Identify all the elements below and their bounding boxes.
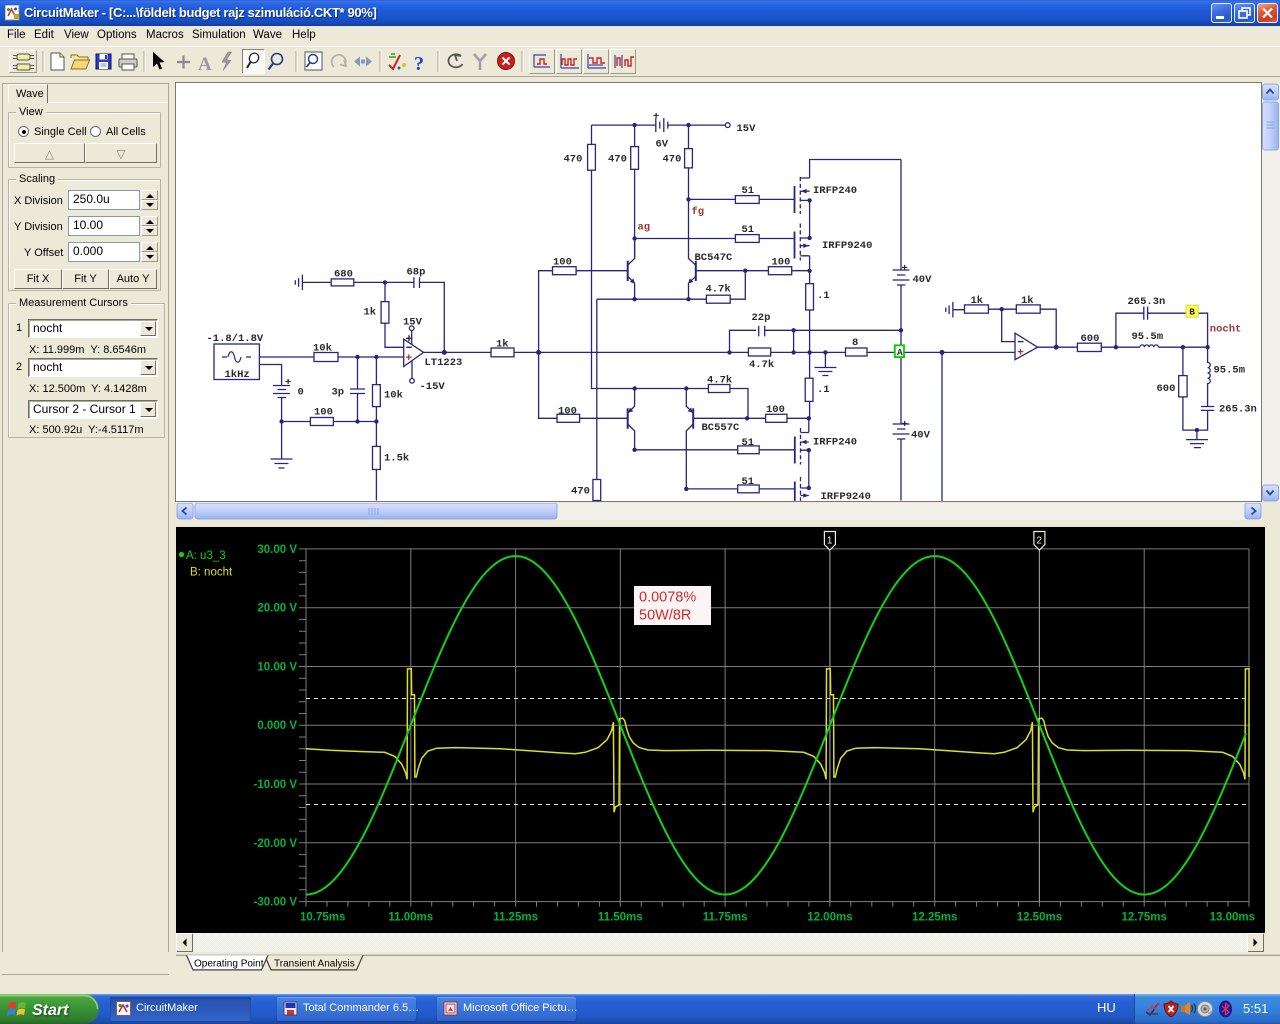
svg-text:20.00 V: 20.00 V (257, 603, 297, 615)
svg-text:51: 51 (742, 476, 755, 488)
svg-text:10k: 10k (313, 343, 332, 355)
svg-text:.1: .1 (817, 290, 830, 302)
svg-text:470: 470 (571, 486, 590, 498)
svg-text:10.00 V: 10.00 V (257, 662, 297, 674)
svg-text:51: 51 (742, 437, 755, 449)
svg-text:50W/8R: 50W/8R (639, 608, 691, 624)
svg-text:-15V: -15V (420, 381, 446, 393)
svg-text:100: 100 (314, 407, 333, 419)
svg-text:1k: 1k (364, 307, 377, 319)
svg-text:22p: 22p (752, 312, 771, 324)
svg-text:0: 0 (298, 387, 304, 399)
svg-text:1: 1 (827, 536, 833, 547)
svg-text:95.5m: 95.5m (1214, 364, 1246, 376)
svg-text:51: 51 (742, 224, 755, 236)
svg-text:10k: 10k (384, 390, 403, 402)
svg-text:?: ? (414, 53, 424, 75)
svg-text:BC557C: BC557C (702, 422, 741, 434)
svg-text:Start: Start (32, 1002, 69, 1019)
svg-text:100: 100 (553, 257, 572, 269)
svg-text:51: 51 (742, 185, 755, 197)
svg-text:680: 680 (334, 269, 353, 281)
svg-text:470: 470 (608, 154, 627, 166)
svg-text:11.50ms: 11.50ms (598, 912, 643, 924)
svg-text:1k: 1k (496, 339, 509, 351)
svg-text:1.5k: 1.5k (384, 453, 409, 465)
svg-text:1kHz: 1kHz (225, 369, 250, 381)
svg-text:+: + (902, 419, 908, 431)
svg-text:12.75ms: 12.75ms (1121, 912, 1166, 924)
svg-text:600: 600 (1157, 383, 1176, 395)
svg-text:LT1223: LT1223 (425, 357, 463, 369)
svg-text:B: nocht: B: nocht (190, 567, 233, 579)
svg-text:68p: 68p (407, 267, 426, 279)
svg-text:0.000 V: 0.000 V (257, 720, 297, 732)
svg-text:A: A (897, 347, 903, 358)
svg-text:95.5m: 95.5m (1132, 331, 1164, 343)
svg-text:0.0078%: 0.0078% (639, 590, 696, 606)
svg-text:IRFP9240: IRFP9240 (821, 491, 871, 502)
svg-text:+: + (653, 111, 659, 123)
svg-text:nocht: nocht (1210, 324, 1242, 336)
svg-text:11.75ms: 11.75ms (703, 912, 748, 924)
svg-text:100: 100 (772, 257, 791, 269)
svg-text:-30.00 V: -30.00 V (254, 897, 298, 909)
svg-text:5:51: 5:51 (1243, 1001, 1268, 1016)
svg-text:1k: 1k (971, 295, 984, 307)
svg-text:4.7k: 4.7k (706, 284, 731, 296)
svg-text:2: 2 (1036, 536, 1042, 547)
svg-text:40V: 40V (913, 274, 933, 286)
svg-text:6V: 6V (656, 139, 669, 151)
svg-text:IRFP9240: IRFP9240 (822, 240, 872, 252)
svg-text:A: u3_3: A: u3_3 (186, 550, 226, 562)
svg-text:470: 470 (663, 154, 682, 166)
svg-text:12.50ms: 12.50ms (1017, 912, 1062, 924)
svg-text:4.7k: 4.7k (707, 374, 732, 386)
svg-text:600: 600 (1081, 333, 1100, 345)
svg-text:265.3n: 265.3n (1219, 403, 1257, 415)
svg-text:BC547C: BC547C (695, 252, 734, 264)
svg-text:.1: .1 (817, 384, 830, 396)
svg-text:30.00 V: 30.00 V (257, 544, 297, 556)
svg-text:100: 100 (766, 404, 785, 416)
svg-text:A: A (198, 54, 212, 75)
svg-text:+: + (902, 263, 908, 275)
svg-text:3p: 3p (332, 387, 345, 399)
svg-text:15V: 15V (403, 317, 423, 329)
svg-text:+: + (1017, 348, 1024, 360)
svg-text:-10.00 V: -10.00 V (254, 779, 298, 791)
svg-text:1k: 1k (1021, 295, 1034, 307)
svg-text:15V: 15V (737, 123, 757, 135)
svg-text:B: B (1189, 307, 1195, 318)
svg-text:-20.00 V: -20.00 V (254, 838, 298, 850)
svg-text:IRFP240: IRFP240 (813, 437, 857, 449)
svg-text:4.7k: 4.7k (749, 359, 774, 371)
svg-text:Transient Analysis: Transient Analysis (274, 959, 355, 970)
svg-text:10.75ms: 10.75ms (300, 912, 345, 924)
svg-text:12.25ms: 12.25ms (912, 912, 957, 924)
svg-text:40V: 40V (911, 430, 931, 442)
svg-text:100: 100 (558, 406, 577, 418)
svg-text:470: 470 (564, 154, 583, 166)
svg-text:-1.8/1.8V: -1.8/1.8V (207, 333, 264, 345)
svg-text:ag: ag (638, 222, 651, 234)
svg-text:12.00ms: 12.00ms (807, 912, 852, 924)
svg-text:Operating Point: Operating Point (194, 959, 264, 970)
svg-text:265.3n: 265.3n (1128, 296, 1166, 308)
svg-text:13.00ms: 13.00ms (1210, 912, 1255, 924)
svg-text:8: 8 (852, 337, 858, 349)
svg-text:+: + (285, 377, 291, 389)
svg-text:+: + (406, 353, 413, 365)
svg-text:fg: fg (692, 206, 705, 218)
svg-text:11.25ms: 11.25ms (493, 912, 538, 924)
svg-text:IRFP240: IRFP240 (813, 185, 857, 197)
svg-text:11.00ms: 11.00ms (388, 912, 433, 924)
